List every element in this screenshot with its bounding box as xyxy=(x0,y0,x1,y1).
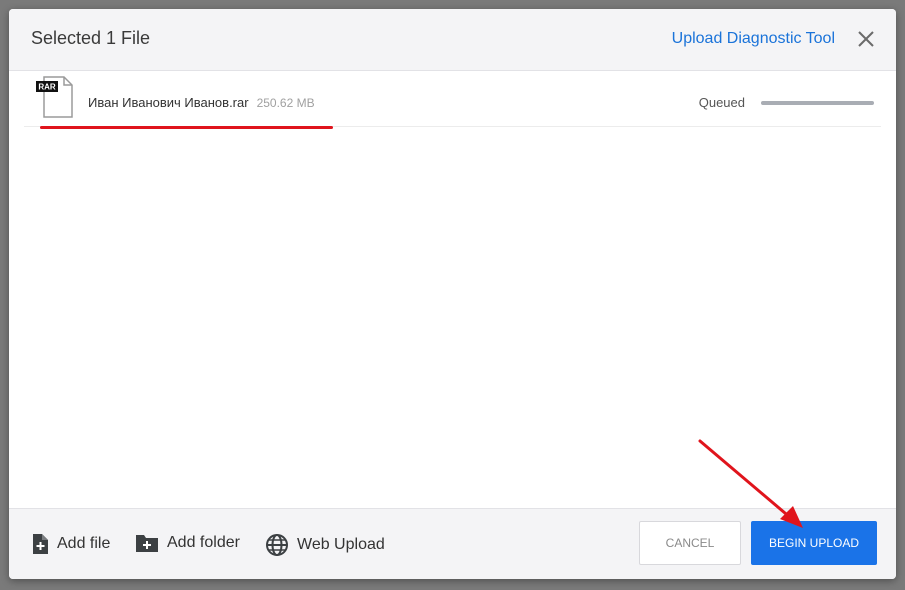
dialog-header: Selected 1 File Upload Diagnostic Tool xyxy=(9,9,896,71)
file-status: Queued xyxy=(698,95,745,110)
add-file-label: Add file xyxy=(57,535,111,552)
web-upload-button[interactable]: Web Upload xyxy=(265,533,385,557)
begin-upload-button[interactable]: BEGIN UPLOAD xyxy=(751,521,877,565)
add-folder-icon xyxy=(136,535,158,552)
file-name-text: Иван Иванович Иванов.rar xyxy=(88,95,249,110)
file-size: 250.62 MB xyxy=(256,96,315,110)
red-underline-annotation xyxy=(40,126,333,129)
rar-file-icon: RAR xyxy=(36,75,76,119)
dialog-title: Selected 1 File xyxy=(31,28,151,48)
close-icon xyxy=(858,31,874,47)
close-button[interactable] xyxy=(856,29,876,49)
cancel-button[interactable]: CANCEL xyxy=(639,521,741,565)
upload-dialog: Selected 1 File Upload Diagnostic Tool R… xyxy=(9,9,896,579)
globe-icon xyxy=(266,534,288,556)
file-name: Иван Иванович Иванов.rar 250.62 MB xyxy=(88,95,315,110)
file-row: RAR Иван Иванович Иванов.rar 250.62 MB Qu… xyxy=(24,71,881,127)
upload-progress-bar xyxy=(761,101,874,105)
file-type-badge: RAR xyxy=(38,83,56,92)
web-upload-label: Web Upload xyxy=(297,536,385,553)
upload-diagnostic-link[interactable]: Upload Diagnostic Tool xyxy=(672,30,835,48)
add-folder-label: Add folder xyxy=(167,534,240,551)
add-file-icon xyxy=(33,534,48,554)
dialog-footer: Add file Add folder Web Upload CANCEL BE… xyxy=(9,508,896,579)
add-file-button[interactable]: Add file xyxy=(31,533,110,555)
add-folder-button[interactable]: Add folder xyxy=(135,533,240,553)
